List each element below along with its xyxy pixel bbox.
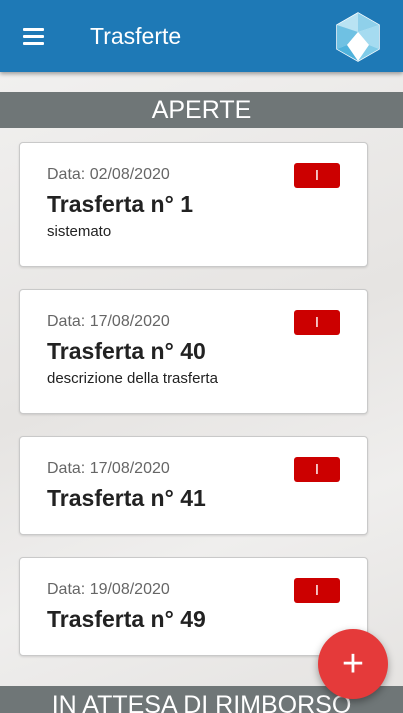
- crystal-logo-icon: [335, 12, 381, 62]
- card-title: Trasferta n° 1: [47, 191, 193, 217]
- card-title: Trasferta n° 49: [47, 606, 206, 632]
- page-title: Trasferte: [90, 23, 182, 49]
- status-badge: I: [294, 578, 340, 603]
- card-date: Data: 02/08/2020: [47, 166, 170, 183]
- plus-icon: +: [341, 643, 365, 685]
- card-date: Data: 19/08/2020: [47, 581, 170, 598]
- card-date: Data: 17/08/2020: [47, 313, 170, 330]
- card-title: Trasferta n° 41: [47, 485, 206, 511]
- hamburger-menu-icon[interactable]: [20, 24, 50, 48]
- trasferta-card[interactable]: Data: 17/08/2020 I Trasferta n° 40 descr…: [19, 289, 368, 414]
- status-badge: I: [294, 163, 340, 188]
- add-trasferta-button[interactable]: +: [318, 629, 388, 699]
- status-badge: I: [294, 310, 340, 335]
- section-header-aperte: APERTE: [0, 92, 403, 128]
- trasferta-card[interactable]: Data: 02/08/2020 I Trasferta n° 1 sistem…: [19, 142, 368, 267]
- trasferta-card[interactable]: Data: 17/08/2020 I Trasferta n° 41: [19, 436, 368, 535]
- card-title: Trasferta n° 40: [47, 338, 206, 364]
- card-description: descrizione della trasferta: [47, 370, 218, 387]
- card-date: Data: 17/08/2020: [47, 460, 170, 477]
- trasferta-card[interactable]: Data: 19/08/2020 I Trasferta n° 49: [19, 557, 368, 656]
- app-bar: Trasferte: [0, 0, 403, 72]
- status-badge: I: [294, 457, 340, 482]
- card-description: sistemato: [47, 223, 112, 240]
